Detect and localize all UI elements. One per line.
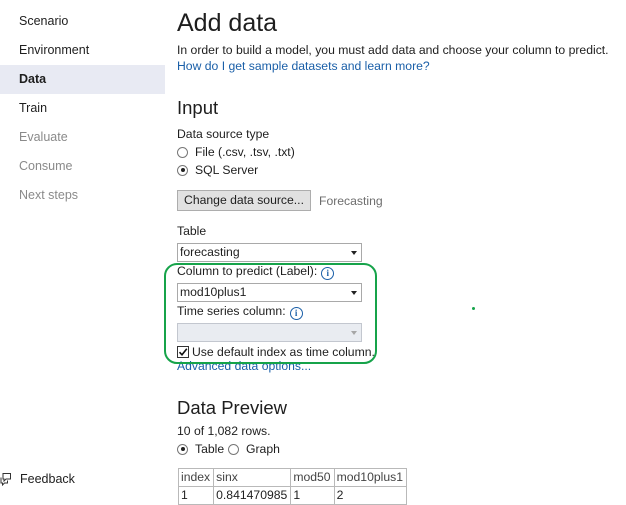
- radio-sql-server[interactable]: SQL Server: [177, 162, 258, 178]
- input-heading: Input: [177, 97, 219, 118]
- column-header: mod10plus1: [333, 468, 407, 487]
- sidebar-item-scenario[interactable]: Scenario: [0, 7, 165, 36]
- view-graph-radio[interactable]: Graph: [228, 441, 280, 457]
- highlight-dot: [472, 307, 475, 310]
- time-series-label: Time series column:: [177, 304, 286, 318]
- page-title: Add data: [177, 9, 278, 37]
- chevron-down-icon: [351, 251, 357, 255]
- column-header: index: [177, 468, 215, 487]
- radio-sql-server-label: SQL Server: [195, 163, 259, 177]
- change-data-source-button[interactable]: Change data source...: [177, 190, 311, 211]
- table-cell: 1: [290, 486, 335, 505]
- rows-info: 10 of 1,082 rows.: [177, 424, 271, 438]
- chevron-down-icon: [351, 331, 357, 335]
- sidebar-item-environment[interactable]: Environment: [0, 36, 165, 65]
- radio-file[interactable]: File (.csv, .tsv, .txt): [177, 144, 295, 160]
- feedback-icon: [0, 472, 12, 487]
- radio-file-indicator[interactable]: [177, 146, 188, 158]
- chevron-down-icon: [351, 291, 357, 295]
- use-default-index-label: Use default index as time column.: [192, 344, 375, 359]
- data-preview-heading: Data Preview: [177, 397, 288, 418]
- info-icon[interactable]: i: [321, 267, 335, 280]
- view-graph-label: Graph: [246, 442, 280, 456]
- sample-datasets-link[interactable]: How do I get sample datasets and learn m…: [177, 59, 430, 73]
- view-graph-radio-indicator[interactable]: [228, 443, 239, 455]
- column-to-predict-label-row: Column to predict (Label): i: [177, 264, 335, 280]
- sidebar-item-train[interactable]: Train: [0, 94, 165, 123]
- info-icon[interactable]: i: [289, 307, 303, 320]
- column-to-predict-select[interactable]: mod10plus1: [177, 283, 362, 302]
- sidebar-item-consume: Consume: [19, 159, 73, 173]
- time-series-label-row: Time series column: i: [177, 304, 303, 320]
- check-icon: [178, 347, 188, 356]
- sidebar-item-data[interactable]: Data: [0, 65, 165, 94]
- data-source-type-label: Data source type: [177, 127, 270, 141]
- page-intro: In order to build a model, you must add …: [177, 43, 609, 57]
- column-header: sinx: [213, 468, 292, 487]
- table-label: Table: [177, 224, 207, 238]
- feedback-button[interactable]: Feedback: [0, 469, 75, 489]
- view-table-radio-indicator[interactable]: [177, 443, 188, 455]
- table-cell: 1: [177, 486, 215, 505]
- sidebar-item-evaluate: Evaluate: [19, 130, 68, 144]
- table-select-value: forecasting: [180, 245, 240, 259]
- column-header: mod50: [290, 468, 335, 487]
- data-preview-table: index sinx mod50 mod10plus1 1 0.84147098…: [177, 468, 407, 505]
- table-cell: 0.841470985: [213, 486, 292, 505]
- table-select[interactable]: forecasting: [177, 243, 362, 262]
- column-to-predict-label: Column to predict (Label):: [177, 264, 318, 278]
- radio-file-label: File (.csv, .tsv, .txt): [195, 145, 295, 159]
- radio-sql-server-indicator[interactable]: [177, 164, 188, 176]
- table-header-row: index sinx mod50 mod10plus1: [177, 468, 407, 487]
- view-table-label: Table: [195, 442, 225, 456]
- use-default-index-checkbox[interactable]: [177, 345, 189, 358]
- time-series-select: [177, 323, 362, 342]
- sidebar: Scenario Environment Data Train Evaluate…: [0, 0, 165, 503]
- column-to-predict-value: mod10plus1: [180, 285, 247, 299]
- table-cell: 2: [333, 486, 407, 505]
- feedback-label: Feedback: [20, 472, 75, 486]
- sidebar-item-next-steps: Next steps: [19, 188, 79, 202]
- view-table-radio[interactable]: Table: [177, 441, 224, 457]
- table-row: 1 0.841470985 1 2: [177, 486, 407, 505]
- advanced-data-options-link[interactable]: Advanced data options...: [177, 359, 311, 373]
- use-default-index-checkbox-row[interactable]: Use default index as time column.: [177, 344, 375, 359]
- data-source-name: Forecasting: [319, 194, 383, 208]
